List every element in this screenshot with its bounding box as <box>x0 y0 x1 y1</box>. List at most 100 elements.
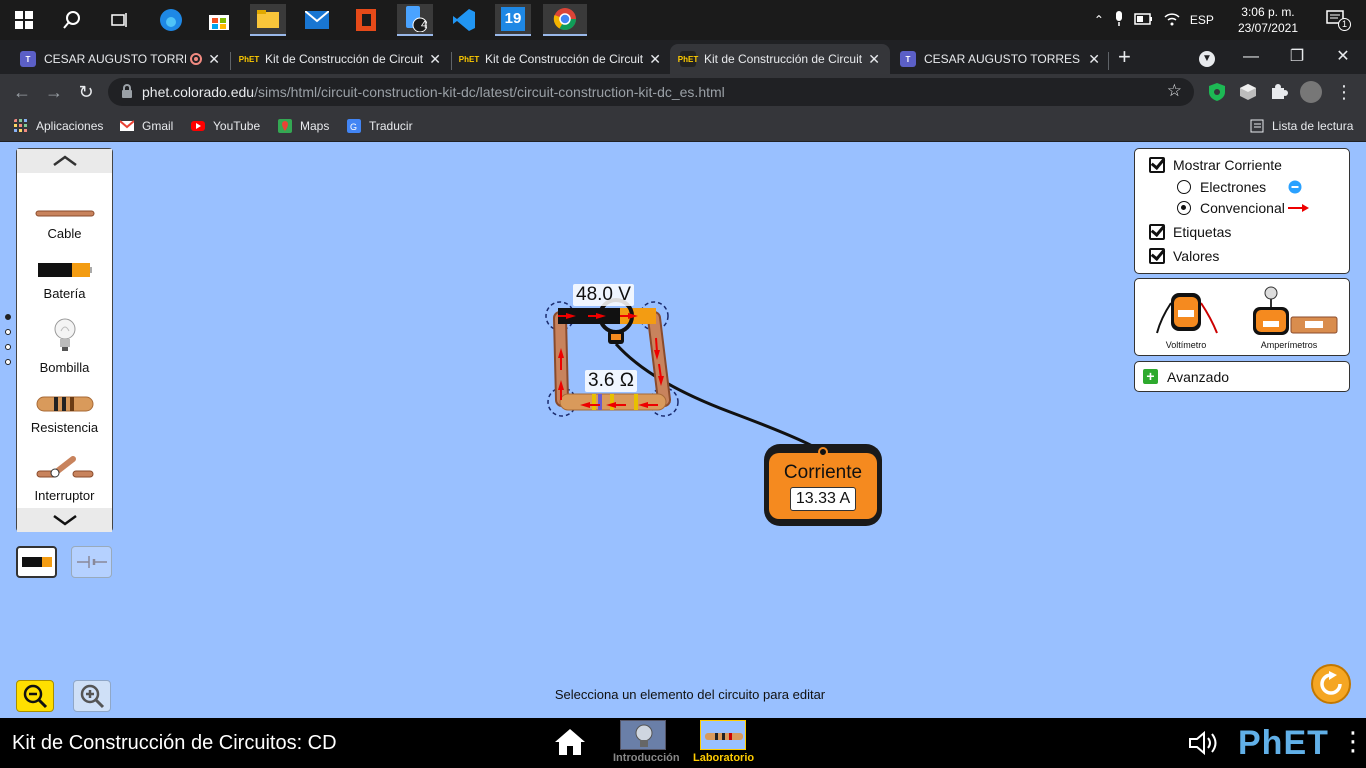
labels-checkbox[interactable]: Etiquetas <box>1149 224 1231 240</box>
bookmark-youtube[interactable]: YouTube <box>191 117 260 135</box>
bulb-icon <box>54 318 75 351</box>
browser-toolbar: ← → ↻ phet.colorado.edu/sims/html/circui… <box>0 74 1366 110</box>
phet-menu-icon[interactable]: ⋮ <box>1340 728 1366 754</box>
screen-intro-label: Introducción <box>613 752 680 764</box>
values-checkbox[interactable]: Valores <box>1149 248 1219 264</box>
electrons-radio[interactable]: Electrones <box>1177 179 1302 195</box>
tab-title: Kit de Construcción de Circuit <box>704 52 863 66</box>
tab-title: Kit de Construcción de Circuit <box>265 52 424 66</box>
reset-all-button[interactable] <box>1311 664 1351 704</box>
language-indicator[interactable]: ESP <box>1190 13 1214 27</box>
ammeter-device[interactable]: Corriente 13.33 A <box>764 444 882 526</box>
values-label: Valores <box>1173 248 1220 264</box>
reading-list-label: Lista de lectura <box>1272 119 1354 133</box>
screen-lab-button[interactable]: Laboratorio <box>693 720 754 764</box>
voltmeter-icon <box>1156 293 1218 334</box>
mail-icon[interactable] <box>299 4 335 36</box>
conventional-radio[interactable]: Convencional <box>1177 200 1310 216</box>
scroll-down-button[interactable] <box>17 508 112 532</box>
notifications-icon[interactable]: 1 <box>1326 9 1351 31</box>
lifelike-view-button[interactable] <box>16 546 57 578</box>
app-19-icon[interactable]: 19 <box>495 4 531 36</box>
extensions-puzzle-icon[interactable] <box>1268 81 1290 103</box>
clock[interactable]: 3:06 p. m. 23/07/2021 <box>1238 4 1298 36</box>
ammeter-jack-icon <box>818 447 828 457</box>
tab-teams-1[interactable]: T CESAR AUGUSTO TORRES ✕ <box>10 44 230 74</box>
toolbox-item-resistor[interactable]: Resistencia <box>17 395 112 435</box>
conventional-label: Convencional <box>1200 200 1285 216</box>
toolbox-label: Interruptor <box>34 488 95 503</box>
tab-phet-active[interactable]: PhET Kit de Construcción de Circuit ✕ <box>670 44 890 74</box>
minimize-icon[interactable]: — <box>1228 44 1274 70</box>
resistance-label: 3.6 Ω <box>585 370 637 392</box>
chrome-icon[interactable] <box>543 4 587 36</box>
bookmark-translate[interactable]: G Traducir <box>347 117 413 135</box>
page-dot-3[interactable] <box>5 344 11 350</box>
close-tab-icon[interactable]: ✕ <box>868 51 880 68</box>
page-dot-2[interactable] <box>5 329 11 335</box>
reload-icon[interactable]: ↻ <box>74 80 98 104</box>
schematic-view-button[interactable] <box>71 546 112 578</box>
wifi-icon[interactable] <box>1164 12 1180 29</box>
radio-checked-icon <box>1177 201 1191 215</box>
chevron-up-icon[interactable]: ⌃ <box>1094 13 1104 27</box>
bookmark-apps[interactable]: Aplicaciones <box>14 117 103 135</box>
tab-teams-2[interactable]: T CESAR AUGUSTO TORRES OL ✕ <box>890 44 1110 74</box>
reading-list-button[interactable]: Lista de lectura <box>1250 117 1353 135</box>
task-view-icon[interactable] <box>102 4 138 36</box>
edge-icon[interactable] <box>153 4 189 36</box>
search-icon[interactable] <box>54 4 90 36</box>
resistor[interactable] <box>559 393 667 411</box>
phet-logo[interactable]: PhET <box>1238 724 1329 763</box>
close-tab-icon[interactable]: ✕ <box>208 51 220 68</box>
maximize-icon[interactable]: ❐ <box>1274 44 1320 70</box>
show-current-checkbox[interactable]: Mostrar Corriente <box>1149 157 1282 173</box>
home-button[interactable] <box>554 728 586 761</box>
new-tab-button[interactable]: + <box>1118 44 1131 70</box>
page-dot-4[interactable] <box>5 359 11 365</box>
toolbox-item-bulb[interactable]: Bombilla <box>17 317 112 375</box>
battery-icon[interactable] <box>1134 12 1154 29</box>
vscode-icon[interactable] <box>446 4 482 36</box>
tab-title: CESAR AUGUSTO TORRES <box>44 52 187 66</box>
forward-icon[interactable]: → <box>42 80 66 104</box>
advanced-accordion[interactable]: + Avanzado <box>1134 361 1350 392</box>
store-icon[interactable] <box>201 4 237 36</box>
tab-search-icon[interactable]: ▼ <box>1184 44 1230 70</box>
file-explorer-icon[interactable] <box>250 4 286 36</box>
office-icon[interactable] <box>348 4 384 36</box>
close-tab-icon[interactable]: ✕ <box>649 51 661 68</box>
ammeter-tool[interactable]: Amperímetros <box>1237 283 1341 350</box>
bookmark-gmail[interactable]: Gmail <box>120 117 173 135</box>
clock-time: 3:06 p. m. <box>1241 5 1295 19</box>
bookmark-label: Traducir <box>369 119 413 133</box>
speaker-icon <box>1189 730 1217 756</box>
voltmeter-tool[interactable]: Voltímetro <box>1149 283 1223 350</box>
sound-button[interactable] <box>1188 730 1222 761</box>
cube-extension-icon[interactable] <box>1237 81 1259 103</box>
microphone-icon[interactable] <box>1114 10 1124 30</box>
back-icon[interactable]: ← <box>10 80 34 104</box>
close-tab-icon[interactable]: ✕ <box>1088 51 1100 68</box>
toolbox-item-battery[interactable]: Batería <box>17 261 112 301</box>
profile-avatar[interactable] <box>1300 81 1322 103</box>
chevron-up-icon <box>52 155 77 167</box>
page-dot-1[interactable] <box>5 314 11 320</box>
scroll-up-button[interactable] <box>17 149 112 173</box>
wire-right[interactable] <box>647 311 671 407</box>
screen-intro-button[interactable]: Introducción <box>613 720 680 764</box>
toolbox-item-wire[interactable]: Cable <box>17 207 112 241</box>
tab-phet-1[interactable]: PhET Kit de Construcción de Circuit ✕ <box>231 44 451 74</box>
toolbox-item-switch[interactable]: Interruptor <box>17 455 112 503</box>
close-tab-icon[interactable]: ✕ <box>429 51 441 68</box>
shield-extension-icon[interactable] <box>1206 81 1228 103</box>
close-window-icon[interactable]: ✕ <box>1320 44 1366 70</box>
phone-link-icon[interactable]: 4 <box>397 4 433 36</box>
browser-menu-icon[interactable]: ⋮ <box>1332 80 1356 104</box>
bookmark-maps[interactable]: Maps <box>278 117 329 135</box>
sensor-toolbox: Voltímetro Amperímetros <box>1134 278 1350 356</box>
bookmark-star-icon[interactable]: ☆ <box>1167 81 1182 101</box>
windows-start-icon[interactable] <box>6 4 42 36</box>
address-bar[interactable]: phet.colorado.edu/sims/html/circuit-cons… <box>108 78 1194 106</box>
tab-phet-2[interactable]: PhET Kit de Construcción de Circuit ✕ <box>451 44 671 74</box>
